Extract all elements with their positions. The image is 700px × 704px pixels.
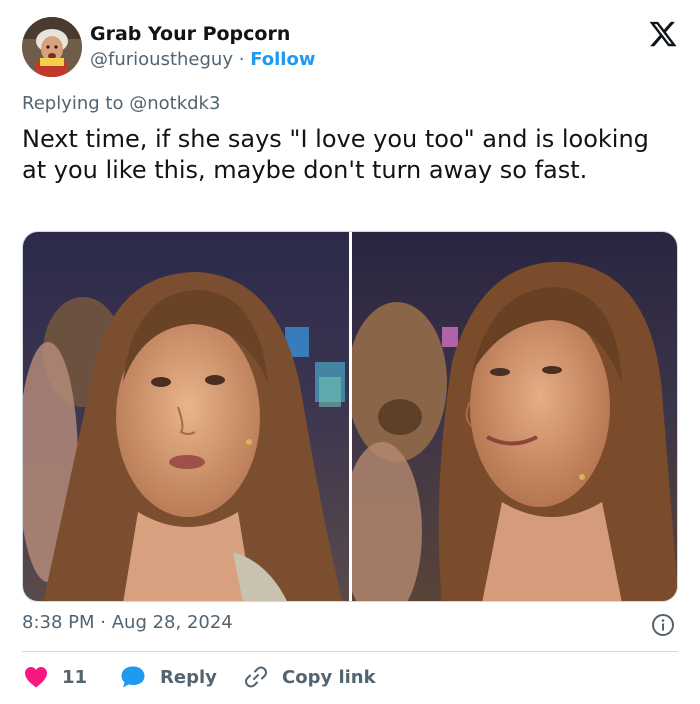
tweet-media xyxy=(22,231,678,602)
reply-bubble-icon xyxy=(121,666,145,688)
follow-button[interactable]: Follow xyxy=(250,49,315,70)
author-handle-row: @furioustheguy · Follow xyxy=(90,47,315,73)
replying-to-handle[interactable]: @notkdk3 xyxy=(129,93,220,114)
handle-separator: · xyxy=(238,49,245,70)
divider xyxy=(22,651,678,652)
tweet-timestamp[interactable]: 8:38 PM · Aug 28, 2024 xyxy=(22,612,233,633)
tweet-header: Grab Your Popcorn @furioustheguy · Follo… xyxy=(22,17,682,79)
tweet-actions: 11 Reply Copy link xyxy=(22,662,678,692)
reply-label: Reply xyxy=(160,666,217,688)
tweet-time: 8:38 PM xyxy=(22,612,95,633)
like-count: 11 xyxy=(62,666,88,688)
author-handle[interactable]: @furioustheguy xyxy=(90,49,233,70)
timestamp-separator: · xyxy=(100,612,106,633)
tweet-photo-1[interactable] xyxy=(23,232,349,601)
heart-icon xyxy=(25,667,47,688)
avatar[interactable] xyxy=(22,17,82,77)
replying-to: Replying to @notkdk3 xyxy=(22,93,220,114)
tweet-text: Next time, if she says "I love you too" … xyxy=(22,125,649,184)
info-icon[interactable] xyxy=(651,613,675,637)
replying-to-prefix: Replying to xyxy=(22,93,124,114)
like-button[interactable]: 11 xyxy=(24,662,87,692)
copy-link-button[interactable]: Copy link xyxy=(244,662,376,692)
x-logo-icon[interactable] xyxy=(648,19,678,49)
reply-button[interactable]: Reply xyxy=(120,662,217,692)
tweet-date: Aug 28, 2024 xyxy=(111,612,233,633)
author-info: Grab Your Popcorn @furioustheguy · Follo… xyxy=(90,22,315,73)
link-icon xyxy=(245,666,267,688)
copy-link-label: Copy link xyxy=(282,666,376,688)
tweet-photo-2[interactable] xyxy=(352,232,677,601)
author-display-name[interactable]: Grab Your Popcorn xyxy=(90,22,315,46)
